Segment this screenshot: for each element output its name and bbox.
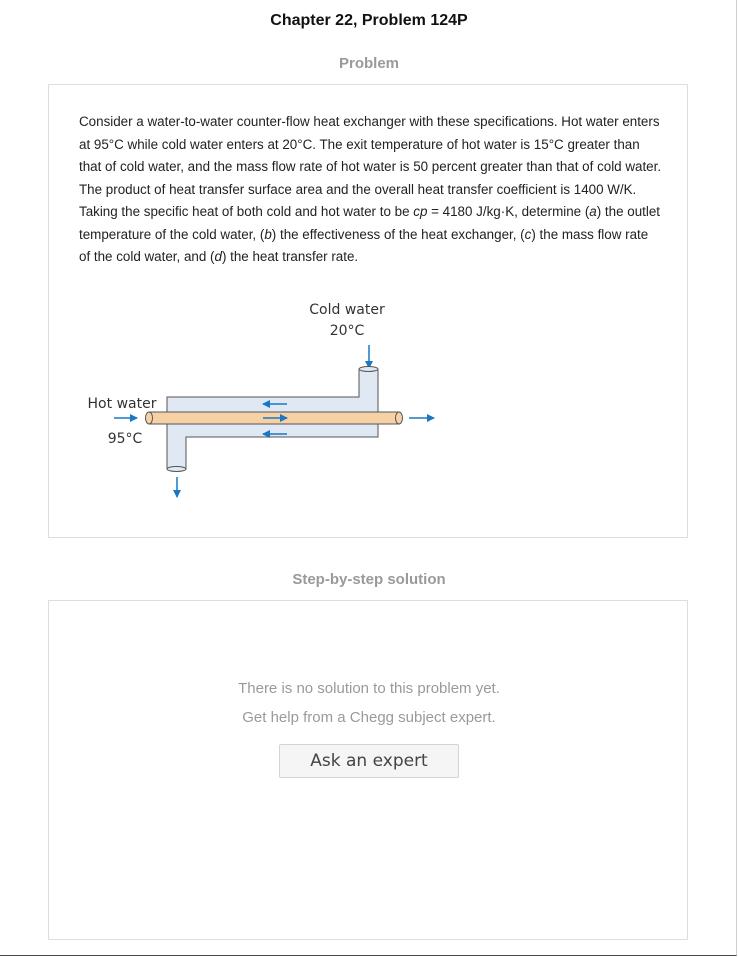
problem-text-italic: a <box>589 204 597 219</box>
problem-statement: Consider a water-to-water counter-flow h… <box>79 111 663 269</box>
ask-expert-button[interactable]: Ask an expert <box>279 744 459 778</box>
hot-water-temp: 95°C <box>108 431 143 447</box>
hot-water-label: Hot water <box>88 396 157 412</box>
cold-inlet-opening <box>358 366 379 372</box>
cold-outlet-opening <box>166 466 187 472</box>
problem-text-segment: ) the effectiveness of the heat exchange… <box>271 226 525 242</box>
hot-inlet-opening <box>145 411 153 425</box>
problem-text-italic: d <box>214 249 222 264</box>
problem-card: Consider a water-to-water counter-flow h… <box>48 84 688 538</box>
problem-text-italic: cp <box>413 204 428 219</box>
heat-exchanger-diagram: Cold water 20°C Hot water 95°C <box>88 302 435 498</box>
hot-outlet-opening <box>395 411 403 425</box>
page-title: Chapter 22, Problem 124P <box>270 12 468 29</box>
solution-section-label: Step-by-step solution <box>292 571 446 588</box>
problem-text-segment: = 4180 J/kg·K, determine ( <box>427 204 590 219</box>
cold-water-label: Cold water <box>309 302 385 318</box>
solution-card: There is no solution to this problem yet… <box>48 600 688 940</box>
problem-text-segment: ) the heat transfer rate. <box>221 249 359 264</box>
no-solution-message: There is no solution to this problem yet… <box>238 680 500 697</box>
cold-water-temp: 20°C <box>330 323 365 339</box>
expert-help-message: Get help from a Chegg subject expert. <box>242 709 496 726</box>
problem-text-italic: b <box>264 226 272 242</box>
problem-section-label: Problem <box>338 55 399 72</box>
